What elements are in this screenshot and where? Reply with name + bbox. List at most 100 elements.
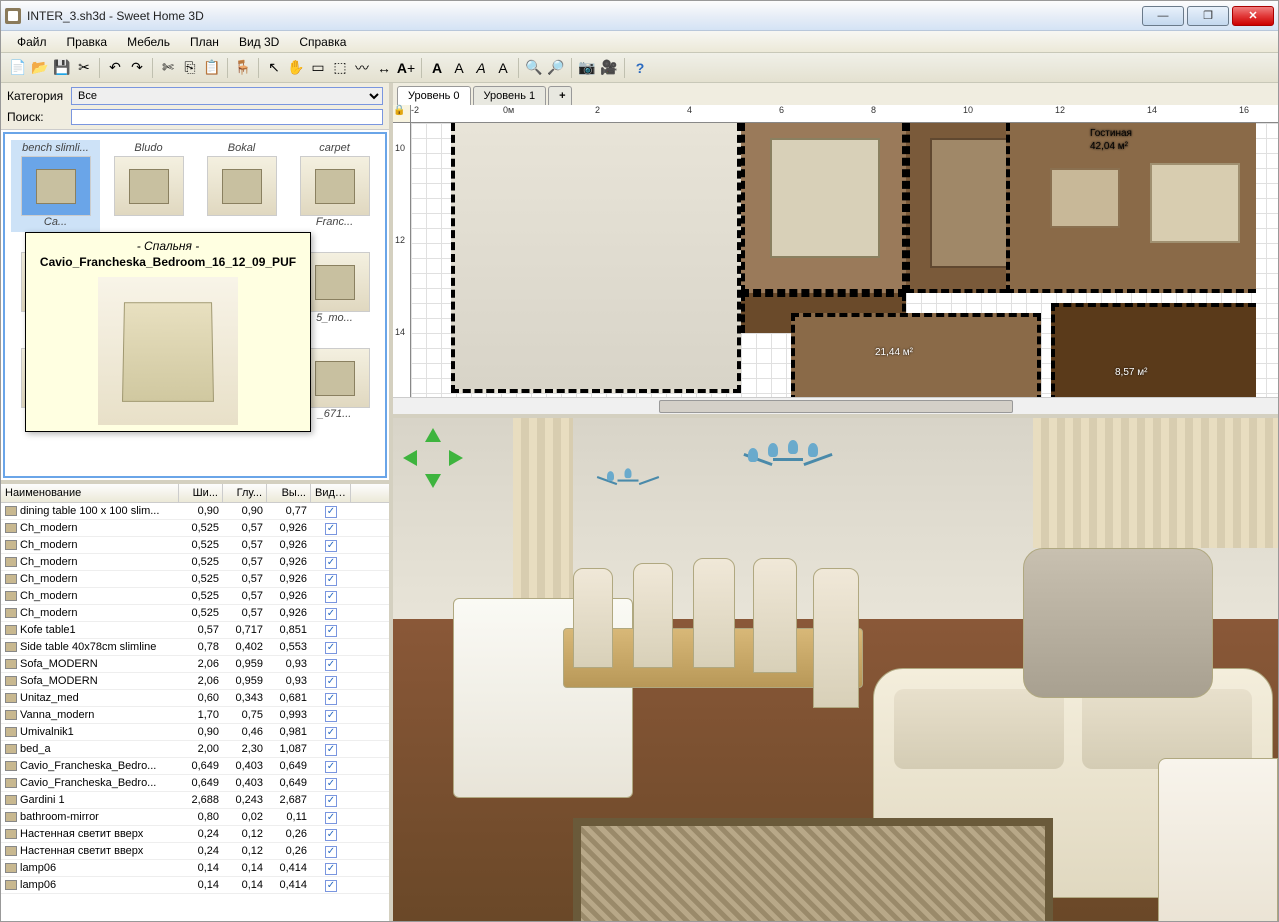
catalog-item[interactable]: carpetFranc... xyxy=(290,140,379,232)
prefs-icon[interactable]: ✂ xyxy=(73,57,95,79)
table-row[interactable]: Cavio_Francheska_Bedro...0,6490,4030,649… xyxy=(1,775,389,792)
visible-checkbox[interactable]: ✓ xyxy=(325,863,337,875)
visible-checkbox[interactable]: ✓ xyxy=(325,591,337,603)
text-bold-icon[interactable]: A xyxy=(426,57,448,79)
select-icon[interactable]: ↖ xyxy=(263,57,285,79)
menu-furniture[interactable]: Мебель xyxy=(117,32,180,52)
table-row[interactable]: Unitaz_med0,600,3430,681✓ xyxy=(1,690,389,707)
table-row[interactable]: Gardini 12,6880,2432,687✓ xyxy=(1,792,389,809)
visible-checkbox[interactable]: ✓ xyxy=(325,523,337,535)
pan-icon[interactable]: ✋ xyxy=(285,57,307,79)
table-row[interactable]: Ch_modern0,5250,570,926✓ xyxy=(1,588,389,605)
visible-checkbox[interactable]: ✓ xyxy=(325,557,337,569)
table-row[interactable]: lamp060,140,140,414✓ xyxy=(1,860,389,877)
visible-checkbox[interactable]: ✓ xyxy=(325,608,337,620)
catalog-item[interactable]: Bludo xyxy=(104,140,193,232)
text-item-icon[interactable]: A xyxy=(492,57,514,79)
copy-icon[interactable]: ⎘ xyxy=(179,57,201,79)
col-height[interactable]: Вы... xyxy=(267,484,311,502)
visible-checkbox[interactable]: ✓ xyxy=(325,761,337,773)
table-row[interactable]: Настенная светит вверх0,240,120,26✓ xyxy=(1,843,389,860)
nav-up-icon[interactable] xyxy=(425,428,441,442)
close-button[interactable]: ✕ xyxy=(1232,6,1274,26)
photo-icon[interactable]: 📷 xyxy=(576,57,598,79)
text-smaller-icon[interactable]: A xyxy=(448,57,470,79)
save-icon[interactable]: 💾 xyxy=(51,57,73,79)
redo-icon[interactable]: ↷ xyxy=(126,57,148,79)
table-row[interactable]: Ch_modern0,5250,570,926✓ xyxy=(1,554,389,571)
search-input[interactable] xyxy=(71,109,383,125)
undo-icon[interactable]: ↶ xyxy=(104,57,126,79)
col-depth[interactable]: Глу... xyxy=(223,484,267,502)
table-row[interactable]: Ch_modern0,5250,570,926✓ xyxy=(1,605,389,622)
table-row[interactable]: Side table 40x78cm slimline0,780,4020,55… xyxy=(1,639,389,656)
maximize-button[interactable]: ❐ xyxy=(1187,6,1229,26)
catalog-item[interactable]: Bokal xyxy=(197,140,286,232)
table-row[interactable]: Ch_modern0,5250,570,926✓ xyxy=(1,537,389,554)
visible-checkbox[interactable]: ✓ xyxy=(325,727,337,739)
tab-add[interactable]: + xyxy=(548,86,572,105)
video-icon[interactable]: 🎥 xyxy=(598,57,620,79)
visible-checkbox[interactable]: ✓ xyxy=(325,574,337,586)
table-row[interactable]: Sofa_MODERN2,060,9590,93✓ xyxy=(1,673,389,690)
tab-level0[interactable]: Уровень 0 xyxy=(397,86,471,105)
add-furn-icon[interactable]: 🪑 xyxy=(232,57,254,79)
catalog-pane[interactable]: bench slimli...Ca...BludoBokalcarpetFran… xyxy=(3,132,387,478)
tab-level1[interactable]: Уровень 1 xyxy=(473,86,547,105)
visible-checkbox[interactable]: ✓ xyxy=(325,710,337,722)
paste-icon[interactable]: 📋 xyxy=(201,57,223,79)
room-icon[interactable]: ⬚ xyxy=(329,57,351,79)
menu-help[interactable]: Справка xyxy=(289,32,356,52)
menu-file[interactable]: Файл xyxy=(7,32,57,52)
visible-checkbox[interactable]: ✓ xyxy=(325,778,337,790)
menu-edit[interactable]: Правка xyxy=(57,32,118,52)
visible-checkbox[interactable]: ✓ xyxy=(325,625,337,637)
visible-checkbox[interactable]: ✓ xyxy=(325,795,337,807)
table-row[interactable]: Cavio_Francheska_Bedro...0,6490,4030,649… xyxy=(1,758,389,775)
new-icon[interactable]: 📄 xyxy=(7,57,29,79)
visible-checkbox[interactable]: ✓ xyxy=(325,880,337,892)
zoom-in-icon[interactable]: 🔍 xyxy=(523,57,545,79)
col-visible[interactable]: Види... xyxy=(311,484,351,502)
table-row[interactable]: Kofe table10,570,7170,851✓ xyxy=(1,622,389,639)
catalog-item[interactable]: bench slimli...Ca... xyxy=(11,140,100,232)
visible-checkbox[interactable]: ✓ xyxy=(325,506,337,518)
table-row[interactable]: Umivalnik10,900,460,981✓ xyxy=(1,724,389,741)
cut-icon[interactable]: ✄ xyxy=(157,57,179,79)
table-row[interactable]: dining table 100 x 100 slim...0,900,900,… xyxy=(1,503,389,520)
open-icon[interactable]: 📂 xyxy=(29,57,51,79)
visible-checkbox[interactable]: ✓ xyxy=(325,642,337,654)
table-row[interactable]: Vanna_modern1,700,750,993✓ xyxy=(1,707,389,724)
view3d-pane[interactable] xyxy=(393,418,1278,921)
help-icon[interactable]: ? xyxy=(629,57,651,79)
table-row[interactable]: bathroom-mirror0,800,020,11✓ xyxy=(1,809,389,826)
dimension-icon[interactable]: ↔ xyxy=(373,57,395,79)
polyline-icon[interactable]: 〰 xyxy=(351,57,373,79)
titlebar[interactable]: INTER_3.sh3d - Sweet Home 3D — ❐ ✕ xyxy=(1,1,1278,31)
menu-plan[interactable]: План xyxy=(180,32,229,52)
nav-down-icon[interactable] xyxy=(425,474,441,488)
visible-checkbox[interactable]: ✓ xyxy=(325,540,337,552)
visible-checkbox[interactable]: ✓ xyxy=(325,744,337,756)
text-italic-icon[interactable]: A xyxy=(470,57,492,79)
table-row[interactable]: Настенная светит вверх0,240,120,26✓ xyxy=(1,826,389,843)
minimize-button[interactable]: — xyxy=(1142,6,1184,26)
table-row[interactable]: bed_a2,002,301,087✓ xyxy=(1,741,389,758)
nav-left-icon[interactable] xyxy=(403,450,417,466)
category-select[interactable]: Все xyxy=(71,87,383,105)
nav-right-icon[interactable] xyxy=(449,450,463,466)
visible-checkbox[interactable]: ✓ xyxy=(325,829,337,841)
table-row[interactable]: Ch_modern0,5250,570,926✓ xyxy=(1,520,389,537)
plan-scrollbar-h[interactable] xyxy=(393,397,1278,414)
wall-icon[interactable]: ▭ xyxy=(307,57,329,79)
visible-checkbox[interactable]: ✓ xyxy=(325,812,337,824)
table-row[interactable]: Ch_modern0,5250,570,926✓ xyxy=(1,571,389,588)
col-name[interactable]: Наименование xyxy=(1,484,179,502)
furniture-table[interactable]: Наименование Ши... Глу... Вы... Види... … xyxy=(1,480,389,921)
visible-checkbox[interactable]: ✓ xyxy=(325,676,337,688)
visible-checkbox[interactable]: ✓ xyxy=(325,846,337,858)
menu-view3d[interactable]: Вид 3D xyxy=(229,32,289,52)
table-row[interactable]: lamp060,140,140,414✓ xyxy=(1,877,389,894)
visible-checkbox[interactable]: ✓ xyxy=(325,693,337,705)
zoom-out-icon[interactable]: 🔎 xyxy=(545,57,567,79)
